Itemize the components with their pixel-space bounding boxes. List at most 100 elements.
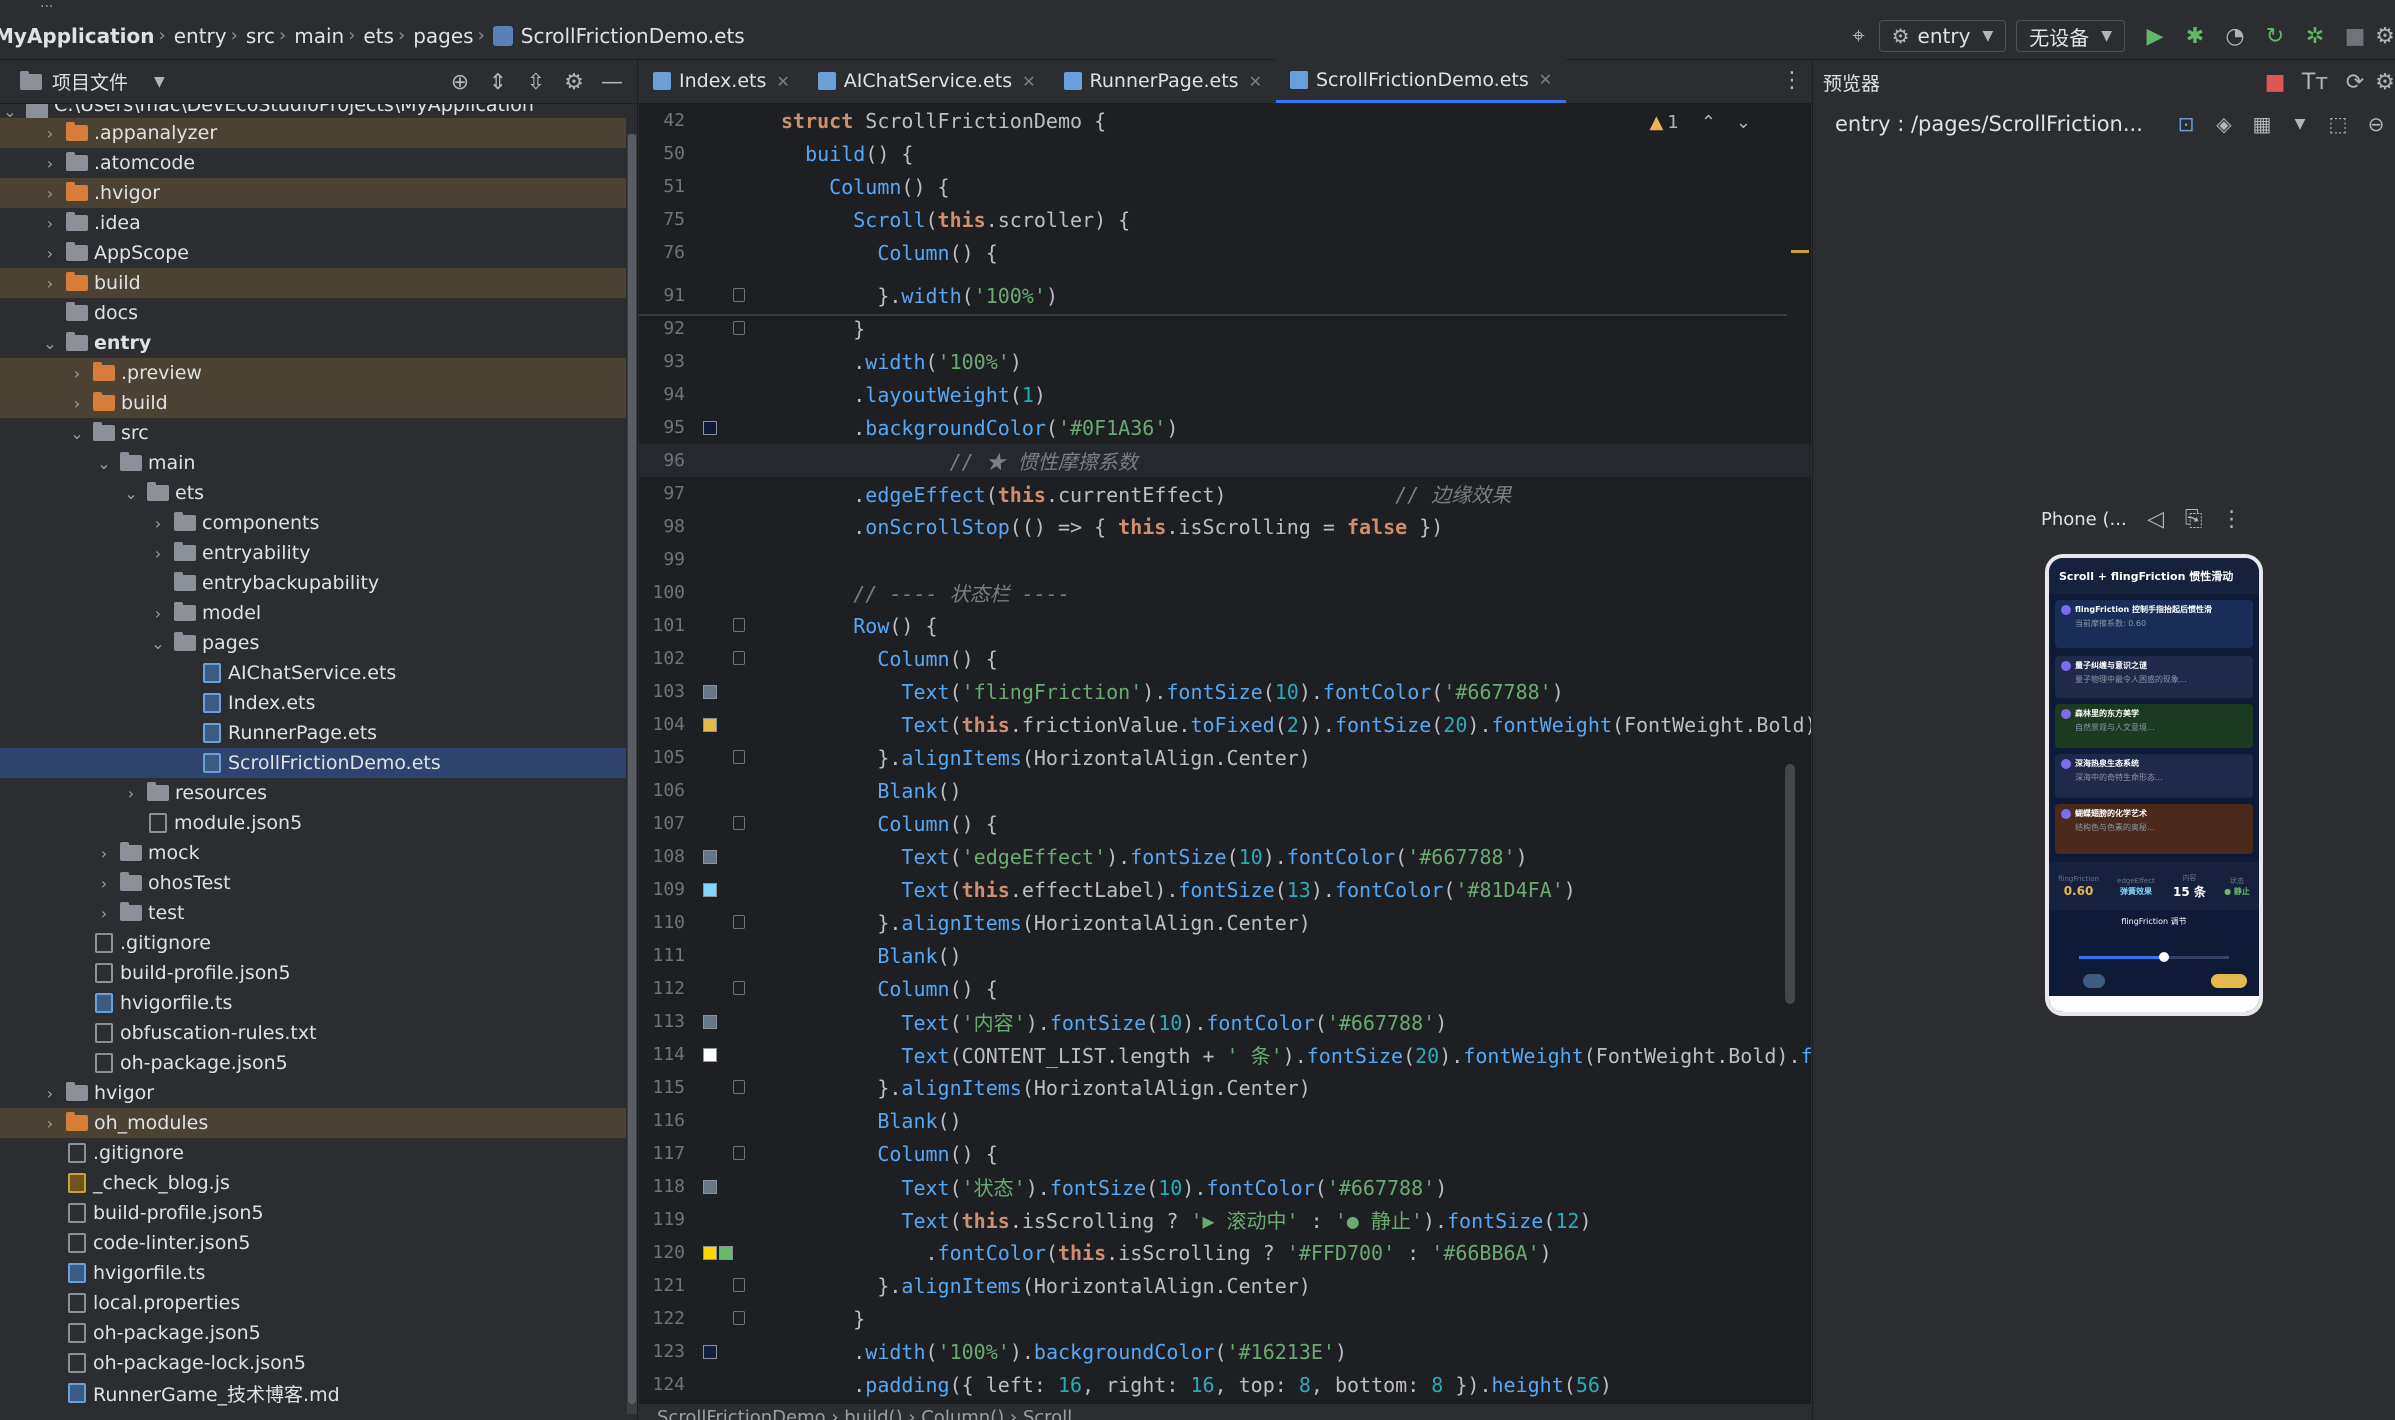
tree-item[interactable]: › ohosTest <box>0 868 626 898</box>
gutter[interactable] <box>685 1236 781 1269</box>
code-line[interactable]: 99 <box>639 543 1811 576</box>
editor-tab[interactable]: ScrollFrictionDemo.ets ✕ <box>1275 59 1567 103</box>
stop-icon[interactable]: ■ <box>2335 16 2375 56</box>
color-swatch[interactable] <box>703 421 717 435</box>
tree-item[interactable]: entrybackupability <box>0 568 626 598</box>
tree-item[interactable]: RunnerGame_技术博客.md <box>0 1378 626 1408</box>
code-text[interactable]: Blank() <box>781 944 961 968</box>
code-text[interactable]: .layoutWeight(1) <box>781 383 1046 407</box>
chevron-right-icon[interactable]: › <box>40 244 60 263</box>
tree-item[interactable]: › build <box>0 388 626 418</box>
fold-icon[interactable] <box>733 816 745 830</box>
color-swatch[interactable] <box>703 718 717 732</box>
gutter[interactable] <box>685 609 781 642</box>
chevron-down-icon[interactable]: ▼ <box>2281 106 2319 142</box>
font-size-icon[interactable]: Tт <box>2295 64 2335 100</box>
breadcrumb-item[interactable]: pages <box>413 24 473 48</box>
breadcrumb-item[interactable]: src <box>246 24 275 48</box>
gutter[interactable] <box>685 312 781 345</box>
gutter[interactable] <box>685 1005 781 1038</box>
code-text[interactable]: struct ScrollFrictionDemo { <box>781 109 1106 133</box>
tree-item[interactable]: ⌄ src <box>0 418 626 448</box>
phone-content-card[interactable]: 量子纠缠与意识之谜 量子物理中最令人困惑的现象... <box>2055 656 2253 698</box>
gutter[interactable] <box>685 1071 781 1104</box>
gutter[interactable] <box>685 444 781 477</box>
more-tools-icon[interactable]: ⚙ <box>2375 16 2395 56</box>
tree-item[interactable]: AIChatService.ets <box>0 658 626 688</box>
gutter[interactable] <box>685 1170 781 1203</box>
tree-item[interactable]: Index.ets <box>0 688 626 718</box>
code-line[interactable]: 121 }.alignItems(HorizontalAlign.Center) <box>639 1269 1811 1302</box>
gutter[interactable] <box>685 774 781 807</box>
phone-slider[interactable] <box>2079 952 2229 962</box>
fold-icon[interactable] <box>733 1311 745 1325</box>
minimize-icon[interactable]: — <box>593 62 631 102</box>
chevron-right-icon[interactable]: › <box>67 394 87 413</box>
code-text[interactable]: .onScrollStop(() => { this.isScrolling =… <box>781 515 1443 539</box>
code-line[interactable]: 51 Column() { <box>639 170 1811 203</box>
tree-item[interactable]: docs <box>0 298 626 328</box>
code-text[interactable]: }.alignItems(HorizontalAlign.Center) <box>781 911 1311 935</box>
tree-item[interactable]: › build <box>0 268 626 298</box>
inspection-widget[interactable]: ▲ 1 ⌃ ⌄ <box>1650 112 1751 133</box>
code-line[interactable]: 111 Blank() <box>639 939 1811 972</box>
gutter[interactable] <box>685 741 781 774</box>
tree-item[interactable]: ⌄ entry <box>0 328 626 358</box>
code-line[interactable]: 108 Text('edgeEffect').fontSize(10).font… <box>639 840 1811 873</box>
editor-vertical-scrollbar[interactable] <box>1785 764 1795 1004</box>
gutter[interactable] <box>685 203 781 236</box>
code-text[interactable]: .width('100%').backgroundColor('#16213E'… <box>781 1340 1347 1364</box>
color-swatch[interactable] <box>703 1180 717 1194</box>
more-icon[interactable]: ⋮ <box>2213 502 2251 536</box>
menu-label[interactable]: ... <box>40 0 53 11</box>
code-text[interactable]: Row() { <box>781 614 937 638</box>
code-line[interactable]: 101 Row() { <box>639 609 1811 642</box>
tree-item[interactable]: › hvigor <box>0 1078 626 1108</box>
code-text[interactable]: } <box>781 317 865 341</box>
layers-icon[interactable]: ◈ <box>2205 106 2243 142</box>
code-text[interactable]: }.alignItems(HorizontalAlign.Center) <box>781 1076 1311 1100</box>
project-scrollbar[interactable] <box>627 134 637 1414</box>
code-text[interactable]: // ★ 惯性摩擦系数 <box>781 446 1138 475</box>
gutter[interactable] <box>685 543 781 576</box>
tree-item[interactable]: › .idea <box>0 208 626 238</box>
code-line[interactable]: 96 // ★ 惯性摩擦系数 <box>639 444 1811 477</box>
tree-item[interactable]: ⌄ main <box>0 448 626 478</box>
gutter[interactable] <box>685 279 781 312</box>
gutter[interactable] <box>685 972 781 1005</box>
chevron-right-icon[interactable]: › <box>94 874 114 893</box>
tree-item[interactable]: ScrollFrictionDemo.ets <box>0 748 626 778</box>
chevron-up-icon[interactable]: ⌃ <box>1701 112 1716 133</box>
breadcrumb-item[interactable]: ets <box>363 24 394 48</box>
color-swatch[interactable] <box>703 685 717 699</box>
tree-item[interactable]: › oh_modules <box>0 1108 626 1138</box>
scrollbar-thumb[interactable] <box>628 134 636 1404</box>
code-line[interactable]: 103 Text('flingFriction').fontSize(10).f… <box>639 675 1811 708</box>
fold-icon[interactable] <box>733 321 745 335</box>
tree-item[interactable]: .gitignore <box>0 928 626 958</box>
gutter[interactable] <box>685 1038 781 1071</box>
gear-icon[interactable]: ⚙ <box>555 62 593 102</box>
phone-content-card[interactable]: 蝴蝶翅膀的化学艺术 结构色与色素的奥秘... <box>2055 804 2253 854</box>
breadcrumb-item[interactable]: ScrollFrictionDemo.ets <box>492 24 745 48</box>
locate-icon[interactable]: ⊕ <box>441 62 479 102</box>
phone-preview[interactable]: Scroll + flingFriction 惯性滑动 flingFrictio… <box>2045 554 2263 1016</box>
previewer-path[interactable]: entry : /pages/ScrollFriction... <box>1835 112 2143 136</box>
fold-icon[interactable] <box>733 1278 745 1292</box>
code-line[interactable]: 100 // ---- 状态栏 ---- <box>639 576 1811 609</box>
chevron-right-icon[interactable]: › <box>40 154 60 173</box>
tree-item[interactable]: RunnerPage.ets <box>0 718 626 748</box>
tree-item[interactable]: › AppScope <box>0 238 626 268</box>
frame-icon[interactable]: ⬚ <box>2319 106 2357 142</box>
tree-item[interactable]: module.json5 <box>0 808 626 838</box>
phone-preset-button[interactable] <box>2211 974 2247 988</box>
chevron-right-icon[interactable]: › <box>148 514 168 533</box>
expand-all-icon[interactable]: ⇕ <box>479 62 517 102</box>
code-line[interactable]: 115 }.alignItems(HorizontalAlign.Center) <box>639 1071 1811 1104</box>
code-text[interactable]: .backgroundColor('#0F1A36') <box>781 416 1178 440</box>
chevron-right-icon[interactable]: › <box>67 364 87 383</box>
color-swatch[interactable] <box>703 1048 717 1062</box>
code-line[interactable]: 93 .width('100%') <box>639 345 1811 378</box>
warning-marker[interactable] <box>1791 250 1809 253</box>
gutter[interactable] <box>685 378 781 411</box>
